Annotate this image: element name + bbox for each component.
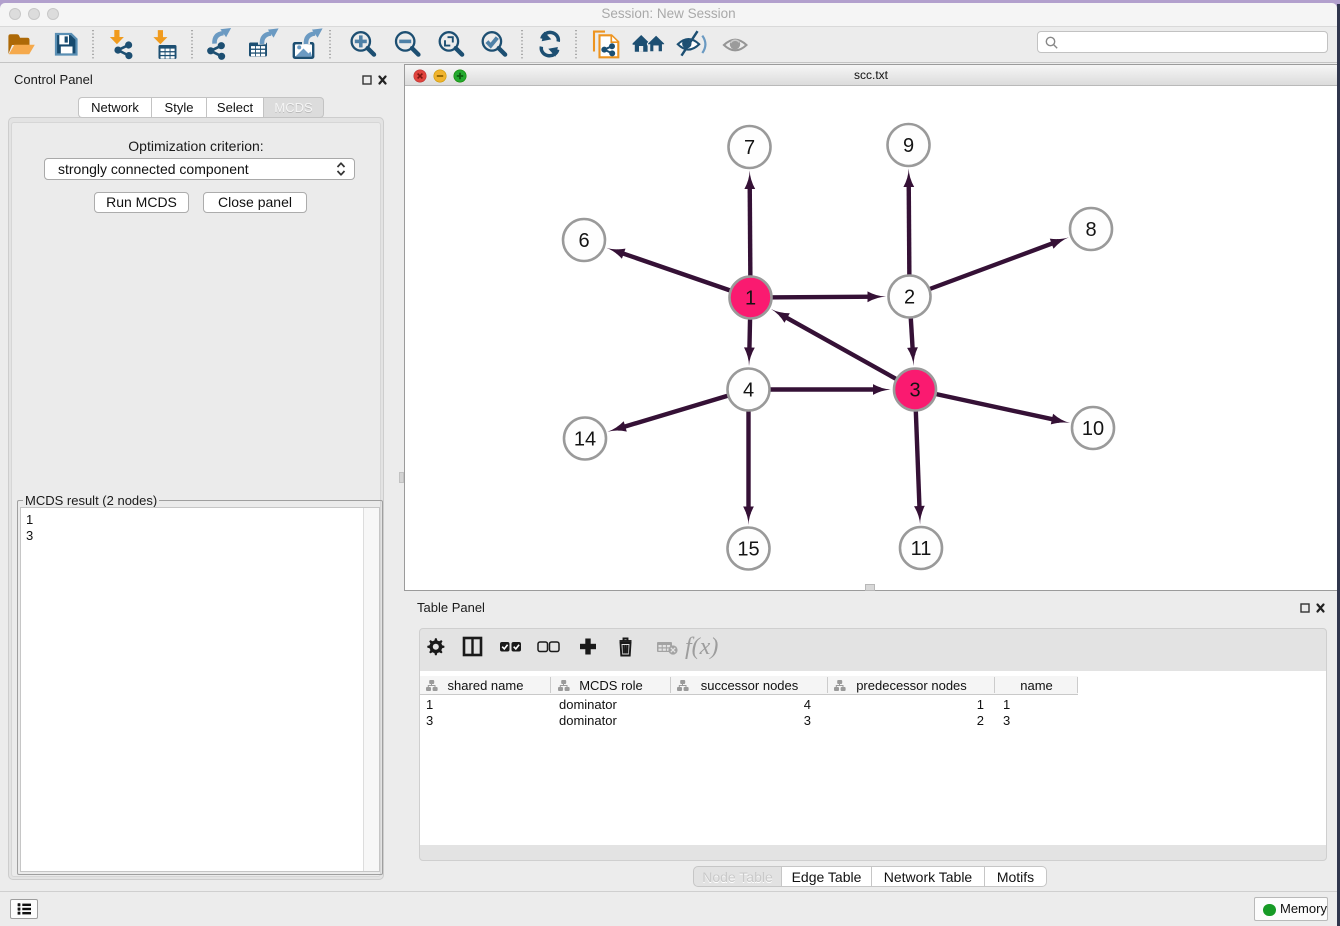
svg-text:10: 10 (1082, 418, 1104, 440)
svg-text:9: 9 (903, 135, 914, 157)
svg-text:4: 4 (743, 380, 754, 402)
svg-text:3: 3 (909, 380, 920, 402)
svg-text:15: 15 (737, 539, 759, 561)
svg-text:8: 8 (1085, 219, 1096, 241)
svg-text:14: 14 (574, 429, 596, 451)
svg-text:7: 7 (744, 137, 755, 159)
svg-text:6: 6 (578, 230, 589, 252)
svg-text:f(x): f(x) (685, 634, 718, 660)
svg-text:2: 2 (904, 287, 915, 309)
svg-text:1: 1 (745, 288, 756, 310)
svg-text:11: 11 (911, 538, 932, 560)
